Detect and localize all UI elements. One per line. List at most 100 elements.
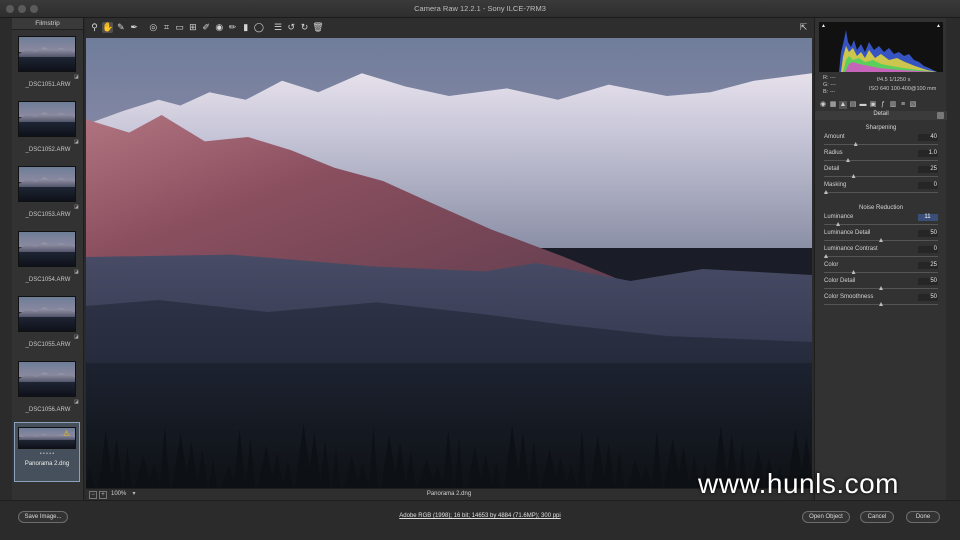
trash-icon[interactable]: 🗑: [312, 22, 323, 33]
slider-track[interactable]: [824, 256, 938, 257]
rating-stars[interactable]: • • • • •: [15, 451, 79, 457]
red-eye-icon[interactable]: ◉: [214, 22, 225, 33]
slider-value-field[interactable]: 25: [918, 166, 938, 173]
noise-reduction-title: Noise Reduction: [858, 205, 904, 211]
edited-badge-icon: ◪: [74, 204, 79, 210]
edited-badge-icon: ◪: [74, 399, 79, 405]
calibration-tab-icon[interactable]: ▥: [889, 101, 897, 109]
slider-luminance[interactable]: Luminance 11: [824, 214, 938, 230]
thumbnail-name: _DSC1051.ARW: [25, 82, 71, 88]
fx-tab-icon[interactable]: ƒ: [879, 101, 887, 109]
panel-menu-icon[interactable]: [937, 112, 944, 119]
image-preview[interactable]: [86, 38, 812, 488]
slider-amount[interactable]: Amount 40: [824, 134, 938, 150]
slider-label: Radius: [824, 150, 843, 156]
slider-radius[interactable]: Radius 1.0: [824, 150, 938, 166]
slider-masking[interactable]: Masking 0: [824, 182, 938, 198]
lens-tab-icon[interactable]: ▣: [869, 101, 877, 109]
thumbnail-name: Panorama 2.dng: [24, 461, 70, 467]
rotate-left-icon[interactable]: ↺: [286, 22, 297, 33]
thumbnail-image[interactable]: [18, 101, 76, 137]
thumbnail-image[interactable]: [18, 36, 76, 72]
thumbnail-name: _DSC1053.ARW: [25, 212, 71, 218]
panel-tabs: ◉ ▦ ▲ ▤ ▬ ▣ ƒ ▥ ≡ ▧: [817, 100, 945, 110]
cancel-button[interactable]: Cancel: [860, 511, 894, 523]
open-object-button[interactable]: Open Object: [802, 511, 850, 523]
graduated-filter-icon[interactable]: ▮: [240, 22, 251, 33]
slider-label: Luminance Detail: [824, 230, 871, 236]
zoom-icon[interactable]: ⚲: [89, 22, 100, 33]
presets-tab-icon[interactable]: ≡: [899, 101, 907, 109]
slider-value-field[interactable]: 50: [918, 278, 938, 285]
rotate-right-icon[interactable]: ↻: [299, 22, 310, 33]
straighten-icon[interactable]: ▭: [174, 22, 185, 33]
edited-badge-icon: ◪: [74, 139, 79, 145]
slider-value-field[interactable]: 25: [918, 262, 938, 269]
thumbnail-image[interactable]: [18, 231, 76, 267]
thumbnail-image[interactable]: [18, 361, 76, 397]
slider-label: Luminance: [824, 214, 854, 220]
slider-color[interactable]: Color 25: [824, 262, 938, 278]
edited-badge-icon: ◪: [74, 74, 79, 80]
adjustment-brush-icon[interactable]: ✏: [227, 22, 238, 33]
sharpening-title: Sharpening: [865, 125, 897, 131]
slider-label: Color Detail: [824, 278, 856, 284]
adjustment-panel: ▲ ▲ R: --- G: --- B: --- f/4.5 1/1250 s …: [814, 18, 947, 500]
slider-label: Luminance Contrast: [824, 246, 878, 252]
filmstrip-item-selected[interactable]: ⚠ • • • • • Panorama 2.dng: [14, 422, 80, 482]
shadow-clipping-icon[interactable]: ▲: [821, 24, 826, 29]
thumbnail-image[interactable]: [18, 296, 76, 332]
slider-value-field[interactable]: 11: [918, 214, 938, 221]
slider-detail[interactable]: Detail 25: [824, 166, 938, 182]
slider-track[interactable]: [824, 176, 938, 177]
slider-color-smoothness[interactable]: Color Smoothness 50: [824, 294, 938, 310]
slider-value-field[interactable]: 1.0: [918, 150, 938, 157]
targeted-adjustment-icon[interactable]: ◎: [148, 22, 159, 33]
crop-icon[interactable]: ⌗: [161, 22, 172, 33]
slider-value-field[interactable]: 0: [918, 246, 938, 253]
radial-filter-icon[interactable]: ◯: [253, 22, 264, 33]
watermark: www.hunls.com: [698, 468, 900, 499]
bottom-bar: Save Image... Adobe RGB (1998); 16 bit; …: [0, 500, 960, 540]
hsl-tab-icon[interactable]: ▤: [849, 101, 857, 109]
basic-tab-icon[interactable]: ◉: [819, 101, 827, 109]
thumbnail-name: _DSC1055.ARW: [25, 342, 71, 348]
slider-value-field[interactable]: 40: [918, 134, 938, 141]
slider-track[interactable]: [824, 192, 938, 193]
tone-curve-tab-icon[interactable]: ▦: [829, 101, 837, 109]
fullscreen-icon[interactable]: ⇱: [798, 22, 809, 33]
filmstrip: Filmstrip _DSC1051.ARW ◪ _DSC1052.ARW ◪ _DSC…: [12, 18, 84, 500]
slider-label: Amount: [824, 134, 845, 140]
camera-info: R: --- G: --- B: --- f/4.5 1/1250 s ISO …: [823, 75, 937, 95]
spot-removal-icon[interactable]: ✐: [201, 22, 212, 33]
slider-track[interactable]: [824, 144, 938, 145]
preferences-icon[interactable]: ☰: [273, 22, 284, 33]
split-toning-tab-icon[interactable]: ▬: [859, 101, 867, 109]
slider-track[interactable]: [824, 224, 938, 225]
white-balance-icon[interactable]: ✎: [115, 22, 126, 33]
highlight-clipping-icon[interactable]: ▲: [936, 24, 941, 29]
slider-luminance-detail[interactable]: Luminance Detail 50: [824, 230, 938, 246]
slider-track[interactable]: [824, 272, 938, 273]
slider-label: Color Smoothness: [824, 294, 874, 300]
hand-icon[interactable]: ✋: [102, 22, 113, 33]
slider-value-field[interactable]: 50: [918, 230, 938, 237]
snapshots-tab-icon[interactable]: ▧: [909, 101, 917, 109]
detail-tab-icon[interactable]: ▲: [839, 101, 847, 109]
done-button[interactable]: Done: [906, 511, 940, 523]
slider-value-field[interactable]: 50: [918, 294, 938, 301]
histogram-graph: [839, 30, 937, 72]
thumbnail-image[interactable]: [18, 166, 76, 202]
slider-track[interactable]: [824, 160, 938, 161]
warning-icon[interactable]: ⚠: [63, 429, 70, 438]
slider-luminance-contrast[interactable]: Luminance Contrast 0: [824, 246, 938, 262]
slider-value-field[interactable]: 0: [918, 182, 938, 189]
color-sampler-icon[interactable]: ✒: [129, 22, 140, 33]
edited-badge-icon: ◪: [74, 269, 79, 275]
window-title: Camera Raw 12.2.1 - Sony ILCE-7RM3: [414, 4, 546, 13]
transform-icon[interactable]: ⊞: [187, 22, 198, 33]
slider-color-detail[interactable]: Color Detail 50: [824, 278, 938, 294]
slider-label: Detail: [824, 166, 840, 172]
slider-label: Masking: [824, 182, 847, 188]
thumbnail-name: _DSC1054.ARW: [25, 277, 71, 283]
